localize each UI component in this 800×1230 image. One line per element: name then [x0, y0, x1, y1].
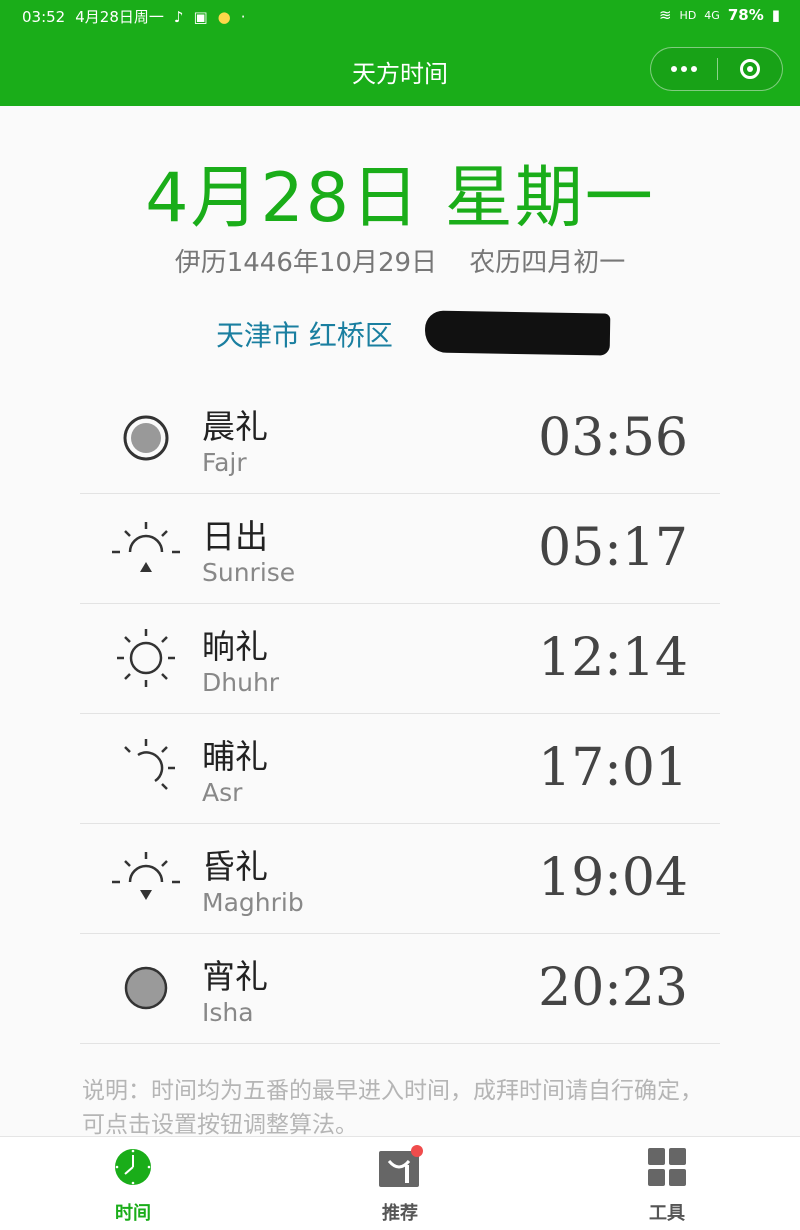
more-dots-icon-dot: [681, 66, 687, 72]
sunrise-icon: [112, 522, 180, 572]
prayer-row[interactable]: 晌礼 Dhuhr 12:14: [80, 604, 720, 714]
gallery-icon: ▣: [193, 7, 208, 26]
moon-icon: ●: [217, 7, 231, 26]
prayer-name-en: Asr: [202, 778, 243, 807]
prayer-list: 晨礼 Fajr 03:56 日出 Sunrise 05:17 晌礼 Dhuhr …: [80, 384, 720, 1044]
mini-program-capsule: [650, 47, 783, 91]
prayer-name-zh: 晨礼: [202, 407, 268, 446]
shopping-bag-icon: [379, 1145, 423, 1187]
network-badge: HD: [679, 8, 697, 22]
prayer-row[interactable]: 晨礼 Fajr 03:56: [80, 384, 720, 494]
signal-badge: 4G: [704, 8, 720, 22]
tiktok-icon: ♪: [173, 7, 184, 26]
grid-icon: [648, 1148, 686, 1186]
target-center-dot: [747, 66, 753, 72]
filled-ring-icon: [123, 415, 169, 461]
gray-circle-icon: [124, 966, 168, 1010]
prayer-name-zh: 宵礼: [202, 957, 268, 996]
prayer-name-en: Isha: [202, 998, 254, 1027]
secondary-dates: 伊历1446年10月29日 农历四月初一: [0, 242, 800, 279]
tab-bar: 时间 推荐 工具: [0, 1136, 800, 1230]
battery-level: 78%: [727, 6, 764, 24]
prayer-time: 12:14: [538, 628, 688, 688]
more-dots-icon: [671, 66, 677, 72]
nav-bar: 天方时间: [0, 32, 800, 106]
prayer-time: 17:01: [538, 738, 688, 798]
prayer-name-en: Sunrise: [202, 558, 296, 587]
clock-icon: [115, 1149, 151, 1185]
status-bar: 03:52 4月28日周一 ♪ ▣ ● · ≋ HD 4G 78% ▮: [0, 0, 800, 32]
prayer-name-en: Fajr: [202, 448, 247, 477]
prayer-name-en: Maghrib: [202, 888, 304, 917]
sun-icon: [117, 629, 175, 687]
main-content: 4月28日 星期一 伊历1446年10月29日 农历四月初一 天津市 红桥区 晨…: [0, 106, 800, 1138]
prayer-name-zh: 晌礼: [202, 627, 268, 666]
prayer-time: 19:04: [538, 848, 688, 908]
dot-icon: ·: [240, 7, 246, 26]
prayer-time: 20:23: [538, 958, 688, 1018]
prayer-row[interactable]: 昏礼 Maghrib 19:04: [80, 824, 720, 934]
redaction-mark: [424, 310, 611, 356]
battery-icon: ▮: [771, 6, 780, 24]
tab-label: 时间: [115, 1203, 151, 1224]
tab-tools[interactable]: 工具: [567, 1137, 767, 1230]
prayer-time: 03:56: [538, 408, 688, 468]
more-button[interactable]: [651, 48, 717, 90]
status-time: 03:52: [22, 7, 66, 26]
prayer-row[interactable]: 日出 Sunrise 05:17: [80, 494, 720, 604]
sunset-icon: [112, 852, 180, 900]
prayer-name-zh: 晡礼: [202, 737, 268, 776]
location-link[interactable]: 天津市 红桥区: [216, 314, 393, 354]
status-date: 4月28日周一: [75, 8, 164, 26]
afternoon-sun-icon: [124, 739, 175, 790]
prayer-time: 05:17: [538, 518, 688, 578]
lunar-date: 农历四月初一: [469, 248, 626, 278]
prayer-row[interactable]: 宵礼 Isha 20:23: [80, 934, 720, 1044]
tab-label: 工具: [649, 1203, 685, 1224]
prayer-name-zh: 昏礼: [202, 847, 268, 886]
prayer-name-zh: 日出: [202, 517, 268, 556]
gregorian-date: 4月28日 星期一: [145, 159, 655, 238]
more-dots-icon-dot: [691, 66, 697, 72]
close-button[interactable]: [717, 48, 783, 90]
tab-time[interactable]: 时间: [33, 1137, 233, 1230]
hijri-date: 伊历1446年10月29日: [174, 248, 438, 278]
tab-label: 推荐: [382, 1203, 418, 1224]
explanation-note: 说明：时间均为五番的最早进入时间，成拜时间请自行确定，可点击设置按钮调整算法。: [82, 1078, 703, 1138]
tab-recommend[interactable]: 推荐: [300, 1137, 500, 1230]
prayer-name-en: Dhuhr: [202, 668, 280, 697]
prayer-row[interactable]: 晡礼 Asr 17:01: [80, 714, 720, 824]
wifi-icon: ≋: [658, 6, 672, 24]
target-circle-icon: [740, 59, 760, 79]
